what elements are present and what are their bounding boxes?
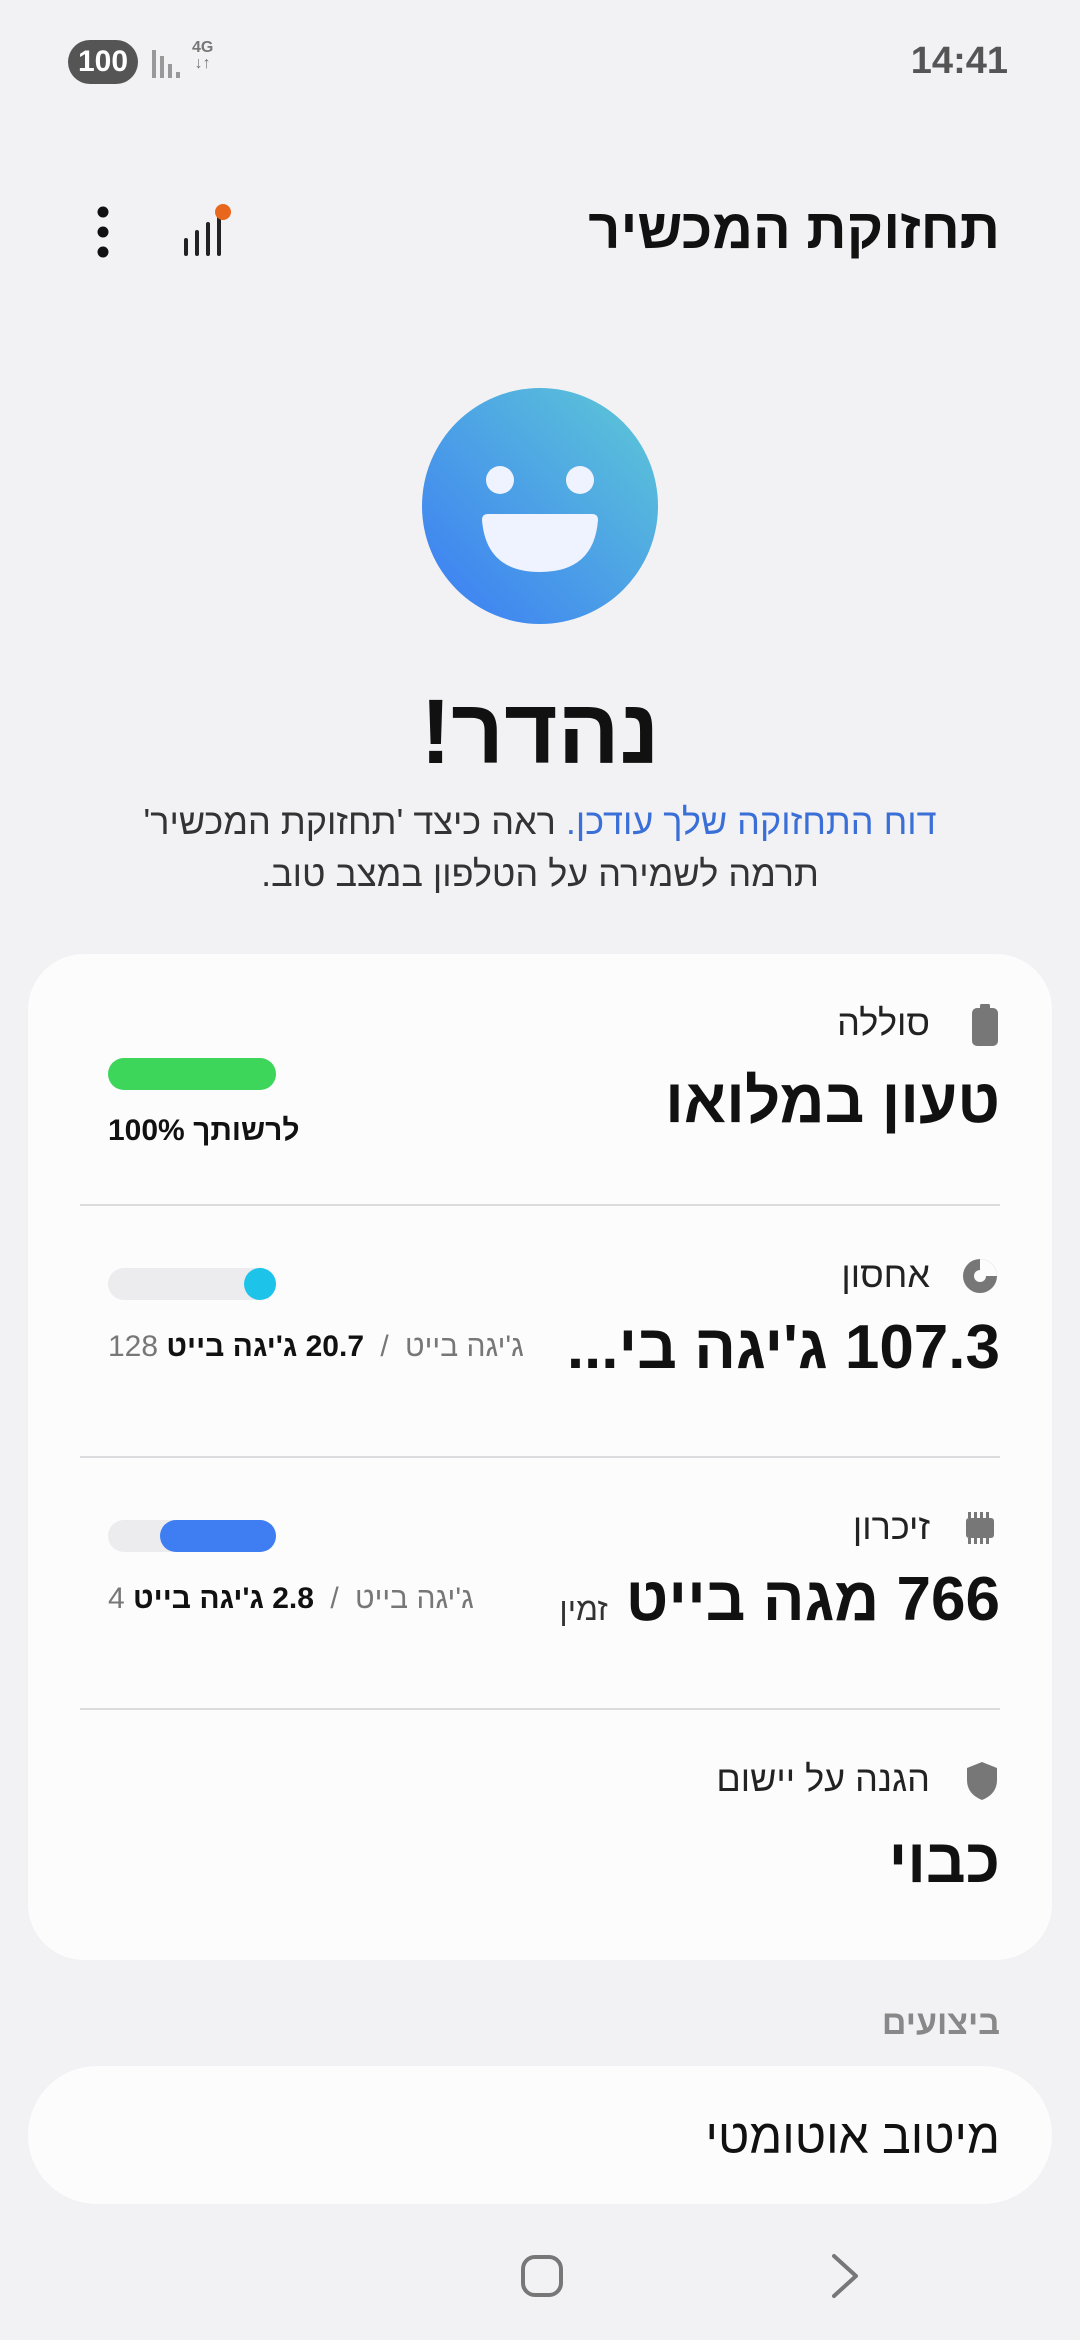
storage-label: אחסון [841,1254,930,1295]
battery-bar-fill [108,1058,276,1090]
more-options-icon[interactable] [88,204,118,260]
notification-badge [215,204,231,220]
battery-value: טעון במלואו [665,1067,1000,1136]
maintenance-description: דוח התחזוקה שלך עודכן. ראה כיצד 'תחזוקת … [110,796,970,900]
network-type-indicator: 4G ↓↑ [192,40,213,72]
memory-bar-fill [160,1520,276,1552]
memory-value: 766 מגה בייט זמין [559,1564,1000,1635]
storage-value: 107.3 ג'יגה בי... [566,1313,1000,1382]
memory-chip-icon [966,1512,994,1544]
app-protection-label: הגנה על יישום [716,1758,930,1799]
data-activity-arrows: ↓↑ [194,55,211,72]
maintenance-report-link[interactable]: דוח התחזוקה שלך עודכן. [566,801,937,842]
storage-separator: / [380,1330,389,1363]
auto-optimization-button[interactable]: מיטוב אוטומטי [28,2066,1052,2204]
memory-label: זיכרון [852,1506,930,1547]
home-nav-icon[interactable] [520,2254,564,2298]
battery-bar [108,1058,276,1090]
storage-pie-icon [963,1259,997,1293]
battery-caption-text: לרשותך [193,1114,300,1147]
app-protection-row[interactable]: הגנה על יישום כבוי [80,1710,1000,1962]
shield-icon [967,1762,997,1800]
health-headline: נהדר! [420,681,660,783]
stats-report-icon[interactable] [180,200,236,260]
battery-caption: 100% לרשותך [108,1114,300,1148]
back-nav-icon[interactable] [830,2252,860,2300]
storage-caption: 128 ג'יגה בייט / 20.7 ג'יגה בייט [108,1330,524,1364]
memory-bar [108,1520,276,1552]
memory-available-value: 766 מגה בייט [625,1565,1000,1634]
battery-icon [972,1004,998,1046]
signal-icon [152,50,180,78]
battery-row[interactable]: סוללה טעון במלואו 100% לרשותך [80,954,1000,1206]
performance-section-title: ביצועים [881,2004,1000,2042]
device-status-card: סוללה טעון במלואו 100% לרשותך אחסון 107.… [28,954,1052,1960]
memory-caption: 4 ג'יגה בייט / 2.8 ג'יגה בייט [108,1582,474,1616]
battery-label: סוללה [837,1002,930,1043]
auto-optimization-label: מיטוב אוטומטי [705,2111,1001,2164]
storage-bar [108,1268,276,1300]
memory-used: 2.8 ג'יגה בייט [133,1582,314,1615]
storage-row[interactable]: אחסון 107.3 ג'יגה בי... 128 ג'יגה בייט /… [80,1206,1000,1458]
app-protection-value: כבוי [888,1827,1000,1896]
page-title: תחזוקת המכשיר [588,197,1000,260]
storage-bar-fill [244,1268,276,1300]
memory-row[interactable]: זיכרון 766 מגה בייט זמין 4 ג'יגה בייט / 2… [80,1458,1000,1710]
smiley-face-icon [422,388,658,624]
status-time: 14:41 [910,40,1008,82]
battery-caption-value: 100% [108,1114,185,1147]
battery-percent: 100 [77,45,129,78]
storage-used: 20.7 ג'יגה בייט [166,1330,364,1363]
battery-status-pill: 100 [68,40,138,84]
network-type-label: 4G [192,39,214,56]
memory-available-suffix: זמין [559,1591,608,1627]
memory-separator: / [330,1582,339,1615]
